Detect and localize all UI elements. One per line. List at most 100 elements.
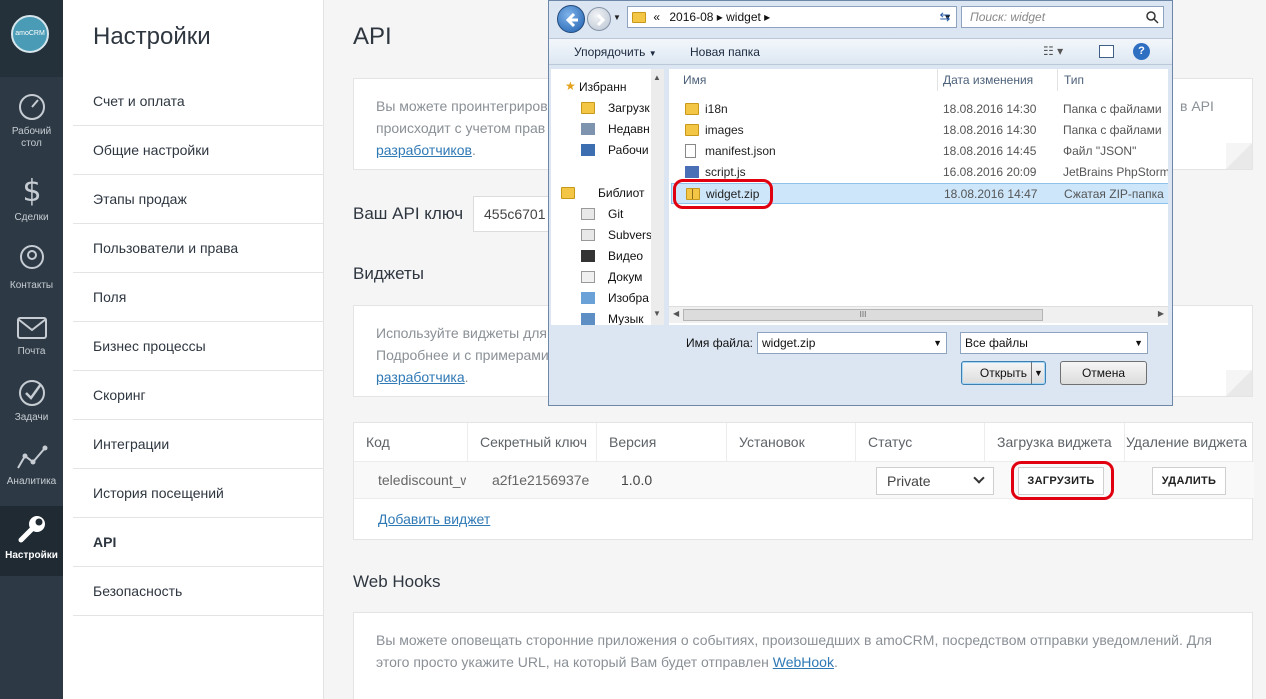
chevron-down-icon[interactable]: ▼ [933, 333, 942, 353]
path-segment-2016-08[interactable]: 2016-08 [669, 10, 713, 24]
folder-icon [685, 103, 699, 115]
delete-widget-button[interactable]: УДАЛИТЬ [1152, 467, 1226, 495]
php-file-icon [685, 166, 699, 178]
cancel-button[interactable]: Отмена [1060, 361, 1147, 385]
scroll-thumb[interactable]: III [683, 309, 1043, 321]
open-button[interactable]: Открыть ▼ [961, 361, 1046, 385]
organize-button[interactable]: Упорядочить ▼ [574, 45, 657, 59]
tree-scrollbar[interactable]: ▲ ▼ [651, 69, 664, 325]
path-segment-widget[interactable]: widget [726, 10, 761, 24]
file-type: Папка с файлами [1063, 102, 1162, 116]
scroll-down-icon[interactable]: ▼ [653, 309, 661, 318]
widgets-title: Виджеты [353, 264, 425, 283]
file-open-dialog: ▼ « 2016-08 ▸ widget ▸ ▼ ⇆ Поиск: widget… [548, 0, 1173, 406]
folder-icon [632, 12, 646, 24]
account-logo[interactable]: amoCRM [0, 0, 63, 77]
settings-item-scoring[interactable]: Скоринг [73, 371, 323, 420]
tree-item-video[interactable]: Видео [608, 249, 643, 263]
scroll-up-icon[interactable]: ▲ [653, 73, 661, 82]
nav-deals[interactable]: $ Сделки [0, 172, 63, 232]
file-row-i18n[interactable]: i18n 18.08.2016 14:30 Папка с файлами [671, 99, 1168, 120]
settings-item-integrations[interactable]: Интеграции [73, 420, 323, 469]
webhook-link[interactable]: WebHook [773, 654, 834, 670]
tree-item-recent[interactable]: Недавн [608, 122, 650, 136]
col-secret: Секретный ключ [468, 423, 597, 461]
forward-button[interactable] [587, 7, 611, 31]
nav-deals-label: Сделки [14, 212, 49, 223]
page-fold [1226, 370, 1252, 396]
new-folder-button[interactable]: Новая папка [690, 45, 760, 59]
add-widget-link[interactable]: Добавить виджет [378, 511, 490, 527]
address-bar[interactable]: « 2016-08 ▸ widget ▸ ▼ [627, 6, 957, 28]
file-row-manifest[interactable]: manifest.json 18.08.2016 14:45 Файл "JSO… [671, 141, 1168, 162]
col-date[interactable]: Дата изменения [943, 73, 1033, 87]
file-name: manifest.json [705, 144, 776, 158]
file-type-select[interactable]: Все файлы ▼ [960, 332, 1148, 354]
scroll-right-icon[interactable]: ▶ [1158, 309, 1164, 318]
history-dropdown-icon[interactable]: ▼ [613, 13, 621, 22]
scroll-left-icon[interactable]: ◀ [673, 309, 679, 318]
mail-icon [16, 317, 47, 339]
svg-text:$: $ [22, 174, 41, 208]
developer-link[interactable]: разработчика [376, 369, 465, 385]
webhooks-title: Web Hooks [353, 572, 441, 591]
settings-item-billing[interactable]: Счет и оплата [73, 77, 323, 126]
path-separator-icon: ▸ [716, 10, 723, 24]
folder-icon [685, 124, 699, 136]
documents-icon [581, 271, 595, 283]
search-icon [1146, 11, 1159, 24]
settings-item-fields[interactable]: Поля [73, 273, 323, 322]
file-list-hscroll[interactable]: ◀ III ▶ [669, 306, 1168, 323]
widgets-table: Код Секретный ключ Версия Установок Стат… [353, 422, 1254, 540]
cell-version: 1.0.0 [621, 472, 653, 488]
nav-mail[interactable]: Почта [0, 314, 63, 366]
status-select[interactable]: Private [876, 467, 994, 495]
tree-item-libraries[interactable]: Библиот [598, 186, 645, 200]
preview-pane-icon[interactable] [1099, 45, 1114, 58]
tree-item-subversion[interactable]: Subvers [608, 228, 652, 242]
tree-item-documents[interactable]: Докум [608, 270, 642, 284]
col-type[interactable]: Тип [1064, 73, 1084, 87]
settings-item-pipeline[interactable]: Этапы продаж [73, 175, 323, 224]
file-type: Папка с файлами [1063, 123, 1162, 137]
nav-contacts[interactable]: Контакты [0, 244, 63, 300]
settings-item-general[interactable]: Общие настройки [73, 126, 323, 175]
settings-item-history[interactable]: История посещений [73, 469, 323, 518]
developers-link[interactable]: разработчиков [376, 142, 472, 158]
document-icon [685, 144, 696, 158]
nav-contacts-label: Контакты [9, 280, 54, 291]
nav-dashboard-label: Рабочий стол [11, 126, 52, 149]
chevron-down-icon[interactable]: ▼ [1031, 362, 1045, 384]
back-button[interactable] [557, 5, 585, 33]
view-icon[interactable]: ☷ ▾ [1043, 44, 1063, 58]
tree-item-downloads[interactable]: Загрузк [608, 101, 650, 115]
tree-item-git[interactable]: Git [608, 207, 623, 221]
video-icon [581, 250, 595, 262]
star-icon: ★ [565, 79, 576, 93]
refresh-icon[interactable]: ⇆ [933, 6, 957, 28]
file-row-images[interactable]: images 18.08.2016 14:30 Папка с файлами [671, 120, 1168, 141]
settings-item-api[interactable]: API [73, 518, 323, 567]
settings-item-processes[interactable]: Бизнес процессы [73, 322, 323, 371]
nav-dashboard[interactable]: Рабочий стол [0, 92, 63, 158]
nav-tasks-label: Задачи [14, 412, 49, 423]
settings-item-security[interactable]: Безопасность [73, 567, 323, 616]
chevron-down-icon [973, 472, 985, 484]
nav-tasks[interactable]: Задачи [0, 378, 63, 430]
settings-item-users[interactable]: Пользователи и права [73, 224, 323, 273]
col-name[interactable]: Имя [683, 73, 706, 87]
search-input[interactable]: Поиск: widget [961, 6, 1164, 28]
help-icon[interactable]: ? [1133, 43, 1150, 60]
nav-analytics[interactable]: Аналитика [0, 442, 63, 494]
chevron-down-icon[interactable]: ▼ [1134, 333, 1143, 353]
nav-settings[interactable]: Настройки [0, 506, 63, 576]
tree-item-desktop[interactable]: Рабочи [608, 143, 649, 157]
highlight-upload [1011, 461, 1114, 500]
logo-badge: amoCRM [11, 15, 49, 53]
filename-input[interactable]: widget.zip ▼ [757, 332, 947, 354]
tree-item-music[interactable]: Музык [608, 312, 644, 325]
col-delete: Удаление виджета [1126, 434, 1248, 450]
tree-item-pictures[interactable]: Изобра [608, 291, 649, 305]
tree-item-favorites[interactable]: Избранн [579, 80, 626, 94]
api-info-text1: Вы можете проинтегриров [376, 98, 548, 114]
